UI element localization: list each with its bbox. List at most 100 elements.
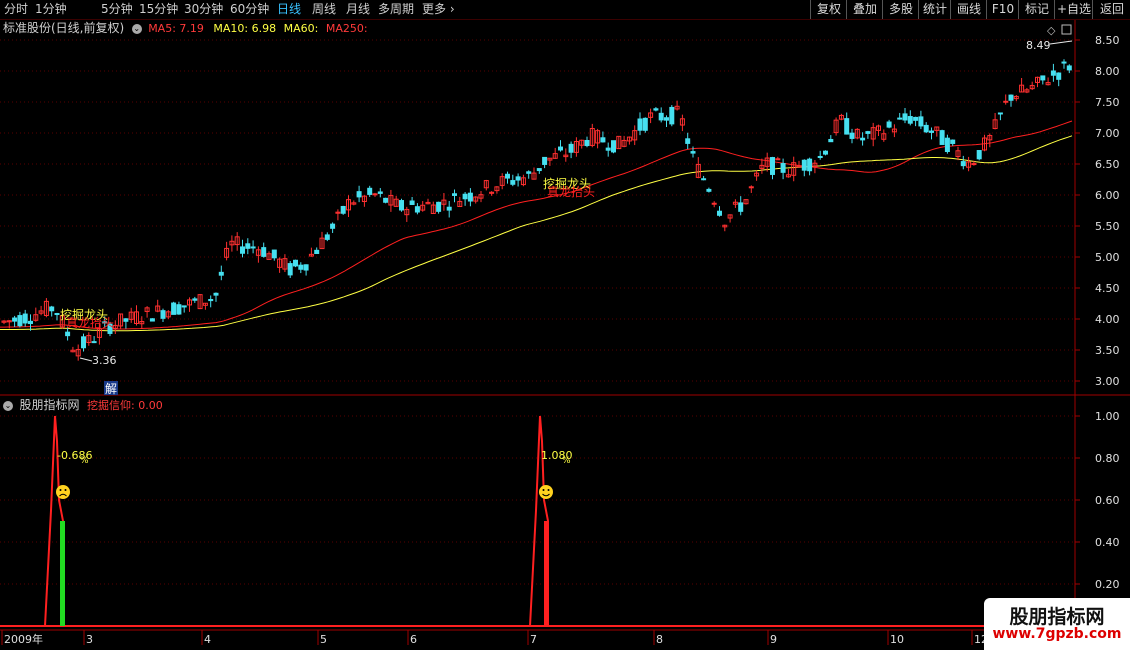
x-axis-label: 5 xyxy=(320,633,327,646)
x-axis-label: 6 xyxy=(410,633,417,646)
candle-down xyxy=(49,306,55,312)
jie-label: 解 xyxy=(105,382,117,396)
candle-down xyxy=(605,147,611,151)
candle-down xyxy=(913,116,919,121)
indicator-tick-label: 0.80 xyxy=(1095,452,1120,465)
candle-down xyxy=(706,188,712,192)
candle-down xyxy=(976,150,982,160)
candle-down xyxy=(817,155,823,158)
candle-down xyxy=(22,313,28,324)
candle-down xyxy=(340,205,346,214)
candle-down xyxy=(584,140,590,147)
candle-up xyxy=(748,186,754,189)
candle-down xyxy=(377,191,383,194)
candle-down xyxy=(1040,75,1046,81)
candle-down xyxy=(293,259,298,267)
candle-down xyxy=(250,246,256,249)
candle-down xyxy=(160,310,166,319)
candle-down xyxy=(240,246,245,254)
candle-down xyxy=(642,117,648,131)
candle-down xyxy=(324,234,330,240)
indicator-tick-label: 0.20 xyxy=(1095,578,1120,591)
candle-down xyxy=(658,112,664,121)
candle-down xyxy=(950,139,956,144)
candle-down xyxy=(123,318,129,322)
candle-down xyxy=(685,138,691,144)
candle-down xyxy=(690,151,696,154)
price-tick-label: 6.50 xyxy=(1095,158,1120,171)
candle-down xyxy=(298,264,304,270)
candle-down xyxy=(738,202,744,212)
candle-up xyxy=(971,163,977,166)
price-tick-label: 3.50 xyxy=(1095,344,1120,357)
candle-down xyxy=(669,106,675,125)
candle-down xyxy=(414,206,420,213)
candle-down xyxy=(28,320,33,325)
candle-down xyxy=(568,143,574,153)
candle-down xyxy=(192,298,198,301)
candle-down xyxy=(261,247,267,257)
candle-down xyxy=(314,249,320,254)
candle-down xyxy=(807,158,813,172)
kline-chart[interactable]: ◇ 8.50 8.00 7.50 7.00 6.50 6.00 5.50 5.00 4.50 4.… xyxy=(0,0,1130,650)
indicator-tick-label: 0.40 xyxy=(1095,536,1120,549)
candle-down xyxy=(780,163,786,173)
x-axis-label: 8 xyxy=(656,633,663,646)
candle-down xyxy=(960,161,966,167)
candle-down xyxy=(356,191,362,198)
candle-down xyxy=(923,124,929,133)
indicator-pct2: % xyxy=(562,456,571,466)
candle-down xyxy=(886,121,892,128)
candle-down xyxy=(801,159,807,171)
candle-down xyxy=(149,318,155,322)
signal-sub-label-2: 真龙抬头 xyxy=(547,185,595,199)
candle-down xyxy=(91,341,97,344)
indicator-bar-green xyxy=(60,521,65,626)
candle-down xyxy=(770,157,775,175)
x-axis-label: 2009年 xyxy=(4,632,43,646)
candle-down xyxy=(918,116,924,127)
watermark: 股朋指标网 www.7gpzb.com xyxy=(984,598,1130,650)
candle-down xyxy=(1066,65,1072,71)
smile-face-icon xyxy=(539,485,553,499)
candle-down xyxy=(849,132,855,139)
candle-down xyxy=(181,305,187,308)
candle-down xyxy=(446,206,452,211)
price-tick-label: 4.00 xyxy=(1095,313,1120,326)
candle-down xyxy=(860,137,866,141)
candle-down xyxy=(844,118,850,135)
high-arrow xyxy=(1049,40,1073,45)
candle-down xyxy=(467,192,473,202)
watermark-title: 股朋指标网 xyxy=(1009,606,1105,628)
indicator-tick-label: 0.60 xyxy=(1095,494,1120,507)
low-arrow xyxy=(79,357,93,362)
price-tick-label: 3.00 xyxy=(1095,375,1120,388)
candle-down xyxy=(542,156,548,165)
price-tick-label: 4.50 xyxy=(1095,282,1120,295)
candle-down xyxy=(902,113,908,121)
candle-down xyxy=(208,298,214,302)
candle-down xyxy=(287,263,293,276)
candle-down xyxy=(939,130,945,145)
x-axis-label: 4 xyxy=(204,633,211,646)
candle-down xyxy=(54,313,60,316)
window-icon xyxy=(1061,24,1072,35)
candle-down xyxy=(637,118,643,131)
candle-down xyxy=(997,112,1003,115)
ma-yellow-line xyxy=(0,135,1073,332)
price-tick-label: 8.00 xyxy=(1095,65,1120,78)
candle-down xyxy=(664,117,669,121)
candle-down xyxy=(600,137,606,143)
sad-face-icon xyxy=(56,485,70,499)
candle-down xyxy=(526,171,532,174)
candle-down xyxy=(865,131,871,134)
candle-down xyxy=(452,193,457,196)
candle-down xyxy=(536,168,542,172)
candle-up xyxy=(711,202,717,205)
indicator-bar-red xyxy=(544,521,548,626)
candle-down xyxy=(245,243,251,249)
x-axis-label: 3 xyxy=(86,633,93,646)
candle-down xyxy=(367,187,373,195)
candle-down xyxy=(510,180,516,185)
candle-down xyxy=(12,317,18,322)
